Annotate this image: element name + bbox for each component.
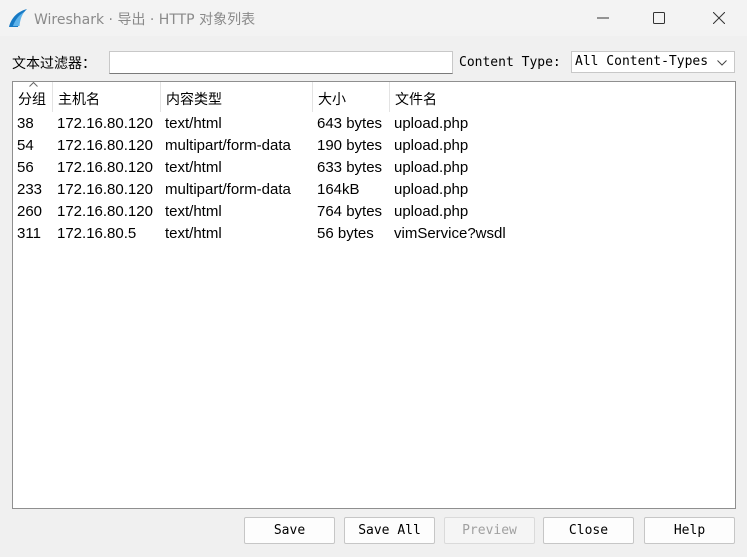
- column-header-size[interactable]: 大小: [313, 82, 390, 112]
- table-row[interactable]: 56 172.16.80.120 text/html 633 bytes upl…: [13, 157, 735, 179]
- cell-packet: 311: [17, 225, 41, 242]
- cell-hostname: 172.16.80.5: [57, 225, 137, 242]
- cell-size: 56 bytes: [317, 225, 374, 242]
- cell-size: 643 bytes: [317, 115, 383, 132]
- maximize-button[interactable]: [634, 0, 684, 36]
- wireshark-fin-icon: [8, 8, 28, 28]
- cell-filename: upload.php: [394, 115, 469, 132]
- cell-packet: 56: [17, 159, 34, 176]
- http-object-table[interactable]: 分组 主机名 内容类型 大小 文件名 38 172.16.80.120 text…: [12, 81, 736, 509]
- column-header-label: 分组: [18, 92, 46, 108]
- column-header-packet[interactable]: 分组: [13, 82, 53, 112]
- close-icon: [713, 12, 725, 24]
- cell-content-type: text/html: [165, 115, 222, 132]
- close-button[interactable]: Close: [543, 517, 634, 544]
- cell-filename: upload.php: [394, 159, 469, 176]
- table-row[interactable]: 311 172.16.80.5 text/html 56 bytes vimSe…: [13, 223, 735, 245]
- column-header-filename[interactable]: 文件名: [390, 82, 735, 112]
- column-header-content-type[interactable]: 内容类型: [161, 82, 313, 112]
- cell-size: 190 bytes: [317, 137, 383, 154]
- close-window-button[interactable]: [694, 0, 744, 36]
- cell-filename: upload.php: [394, 137, 469, 154]
- content-type-select[interactable]: All Content-Types: [571, 51, 735, 73]
- cell-content-type: text/html: [165, 203, 222, 220]
- cell-content-type: text/html: [165, 159, 222, 176]
- column-header-label: 内容类型: [166, 92, 222, 108]
- title-bar: Wireshark · 导出 · HTTP 对象列表: [0, 0, 747, 36]
- cell-packet: 54: [17, 137, 34, 154]
- cell-packet: 38: [17, 115, 34, 132]
- sort-ascending-icon: [29, 82, 38, 87]
- minimize-icon: [597, 17, 609, 19]
- cell-size: 764 bytes: [317, 203, 383, 220]
- cell-content-type: multipart/form-data: [165, 181, 291, 198]
- column-header-label: 文件名: [395, 92, 437, 108]
- cell-packet: 260: [17, 203, 43, 220]
- cell-packet: 233: [17, 181, 43, 198]
- table-row[interactable]: 38 172.16.80.120 text/html 643 bytes upl…: [13, 113, 735, 135]
- table-row[interactable]: 54 172.16.80.120 multipart/form-data 190…: [13, 135, 735, 157]
- preview-button[interactable]: Preview: [444, 517, 535, 544]
- column-header-label: 大小: [318, 92, 346, 108]
- maximize-icon: [653, 12, 665, 24]
- table-row[interactable]: 260 172.16.80.120 text/html 764 bytes up…: [13, 201, 735, 223]
- cell-filename: upload.php: [394, 181, 469, 198]
- chevron-down-icon: [717, 60, 727, 66]
- save-all-button[interactable]: Save All: [344, 517, 435, 544]
- cell-hostname: 172.16.80.120: [57, 159, 153, 176]
- cell-filename: upload.php: [394, 203, 469, 220]
- cell-content-type: multipart/form-data: [165, 137, 291, 154]
- cell-hostname: 172.16.80.120: [57, 181, 153, 198]
- table-header: 分组 主机名 内容类型 大小 文件名: [13, 82, 735, 112]
- text-filter-label: 文本过滤器：: [12, 56, 96, 72]
- content-type-selected: All Content-Types: [575, 54, 709, 69]
- save-button[interactable]: Save: [244, 517, 335, 544]
- window-title: Wireshark · 导出 · HTTP 对象列表: [34, 12, 256, 28]
- cell-size: 164kB: [317, 181, 360, 198]
- cell-hostname: 172.16.80.120: [57, 203, 153, 220]
- cell-hostname: 172.16.80.120: [57, 137, 153, 154]
- table-row[interactable]: 233 172.16.80.120 multipart/form-data 16…: [13, 179, 735, 201]
- help-button[interactable]: Help: [644, 517, 735, 544]
- cell-hostname: 172.16.80.120: [57, 115, 153, 132]
- cell-content-type: text/html: [165, 225, 222, 242]
- content-type-label: Content Type:: [459, 55, 561, 70]
- column-header-hostname[interactable]: 主机名: [53, 82, 161, 112]
- minimize-button[interactable]: [578, 0, 628, 36]
- column-header-label: 主机名: [58, 92, 100, 108]
- cell-filename: vimService?wsdl: [394, 225, 506, 242]
- cell-size: 633 bytes: [317, 159, 383, 176]
- text-filter-input[interactable]: [109, 51, 453, 74]
